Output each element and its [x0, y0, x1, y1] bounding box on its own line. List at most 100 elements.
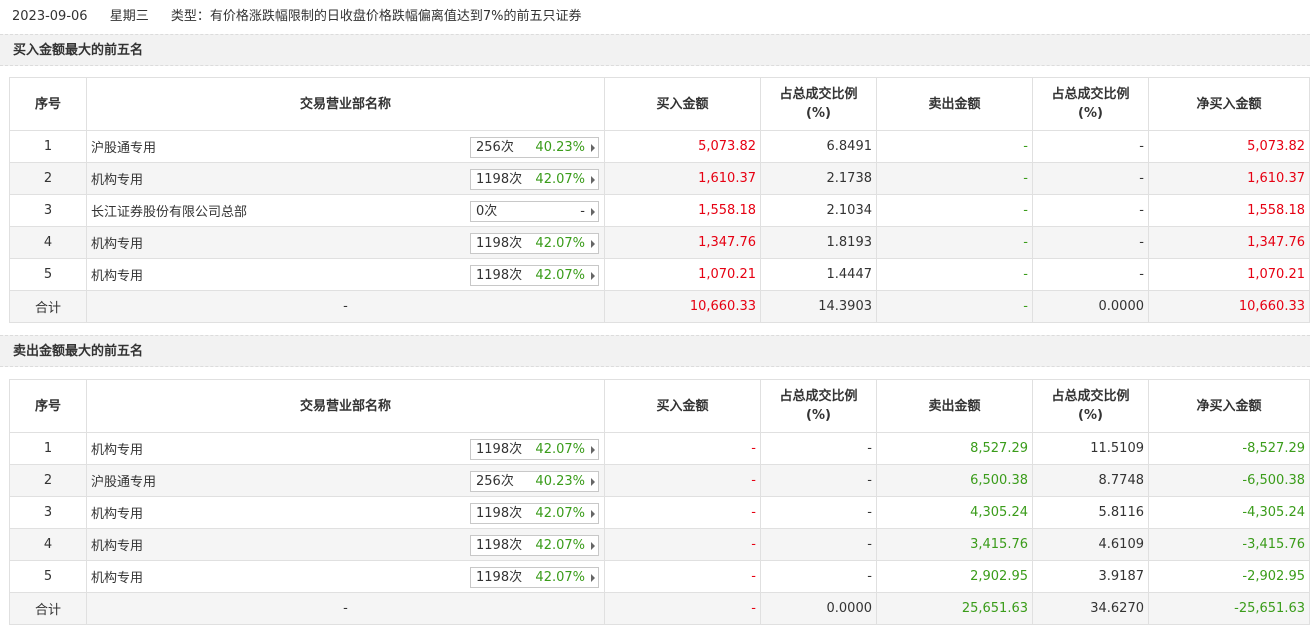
appearance-count: 1198次: [476, 570, 523, 585]
row-seq: 5: [9, 560, 87, 593]
branch-stats-dropdown[interactable]: 1198次 42.07%: [470, 567, 599, 588]
sell-ratio: -: [1032, 130, 1149, 163]
table-row: 5 机构专用 1198次 42.07% - -2,902.95 3.9187 -2,902.9…: [9, 560, 1310, 593]
branch-cell: 机构专用 1198次 42.07%: [86, 226, 605, 259]
net-buy-amount: 1,558.18: [1148, 194, 1310, 227]
table-header-row: 序号 交易营业部名称 买入金额 占总成交比例 (%) 卖出金额 占总成交比例 (…: [9, 379, 1310, 433]
buy-amount: 1,558.18: [604, 194, 761, 227]
branch-name[interactable]: 机构专用: [91, 567, 143, 586]
col-sell-ratio: 占总成交比例 (%): [1032, 379, 1149, 433]
success-rate: 42.07%: [535, 538, 585, 553]
net-buy-amount: 5,073.82: [1148, 130, 1310, 163]
branch-name[interactable]: 沪股通专用: [91, 471, 156, 490]
table-row: 3 机构专用 1198次 42.07% - -4,305.24 5.8116 -4,305.2…: [9, 496, 1310, 529]
branch-name[interactable]: 机构专用: [91, 265, 143, 284]
total-label: 合计: [9, 290, 87, 323]
appearance-count: 1198次: [476, 442, 523, 457]
branch-name[interactable]: 沪股通专用: [91, 137, 156, 156]
success-rate: -: [580, 204, 585, 219]
col-branch: 交易营业部名称: [86, 379, 605, 433]
total-row: 合计 - -0.0000 25,651.63 34.6270 -25,651.63: [9, 592, 1310, 625]
net-buy-amount: -6,500.38: [1148, 464, 1310, 497]
branch-stats-dropdown[interactable]: 256次 40.23%: [470, 137, 599, 158]
net-buy-amount: -8,527.29: [1148, 432, 1310, 465]
buy-amount: -: [604, 464, 761, 497]
branch-cell: 机构专用 1198次 42.07%: [86, 258, 605, 291]
buy-ratio: -: [760, 496, 877, 529]
sell-amount: -: [876, 162, 1033, 195]
trade-weekday: 星期三: [109, 9, 149, 24]
appearance-count: 0次: [476, 204, 498, 219]
sell-amount: -: [876, 226, 1033, 259]
row-seq: 3: [9, 496, 87, 529]
net-buy-amount: -2,902.95: [1148, 560, 1310, 593]
buy-ratio: -: [760, 464, 877, 497]
branch-stats-dropdown[interactable]: 1198次 42.07%: [470, 233, 599, 254]
branch-stats-dropdown[interactable]: 1198次 42.07%: [470, 503, 599, 524]
appearance-count: 256次: [476, 474, 514, 489]
table-row: 1 沪股通专用 256次 40.23% 5,073.82 6.8491- -5,073.82: [9, 130, 1310, 163]
net-buy-amount: -4,305.24: [1148, 496, 1310, 529]
header-bar: 2023-09-06 星期三 类型：有价格涨跌幅限制的日收盘价格跌幅偏离值达到7…: [0, 0, 1310, 34]
branch-name[interactable]: 机构专用: [91, 169, 143, 188]
list-type: 类型：有价格涨跌幅限制的日收盘价格跌幅偏离值达到7%的前五只证券: [170, 9, 582, 24]
sell-ratio: 8.7748: [1032, 464, 1149, 497]
branch-stats-dropdown[interactable]: 256次 40.23%: [470, 471, 599, 492]
table-row: 2 机构专用 1198次 42.07% 1,610.37 2.1738- -1,610.37: [9, 162, 1310, 195]
branch-name[interactable]: 机构专用: [91, 503, 143, 522]
branch-cell: 机构专用 1198次 42.07%: [86, 496, 605, 529]
total-sell-ratio: 34.6270: [1032, 592, 1149, 625]
branch-name[interactable]: 机构专用: [91, 535, 143, 554]
branch-stats-dropdown[interactable]: 1198次 42.07%: [470, 169, 599, 190]
row-seq: 5: [9, 258, 87, 291]
success-rate: 42.07%: [535, 570, 585, 585]
row-seq: 1: [9, 432, 87, 465]
table-row: 1 机构专用 1198次 42.07% - -8,527.29 11.5109 -8,527.…: [9, 432, 1310, 465]
success-rate: 42.07%: [535, 442, 585, 457]
total-buy-ratio: 0.0000: [760, 592, 877, 625]
row-seq: 4: [9, 528, 87, 561]
branch-name[interactable]: 长江证券股份有限公司总部: [91, 201, 247, 220]
success-rate: 42.07%: [535, 268, 585, 283]
branch-stats-dropdown[interactable]: 1198次 42.07%: [470, 439, 599, 460]
sell-ratio: -: [1032, 258, 1149, 291]
branch-name[interactable]: 机构专用: [91, 439, 143, 458]
branch-stats-dropdown[interactable]: 0次 -: [470, 201, 599, 222]
col-buy-amount: 买入金额: [604, 379, 761, 433]
sell-ratio: -: [1032, 194, 1149, 227]
caret-right-icon: [591, 240, 595, 248]
col-buy-ratio: 占总成交比例 (%): [760, 379, 877, 433]
total-sell-ratio: 0.0000: [1032, 290, 1149, 323]
sell-amount: -: [876, 258, 1033, 291]
buy-ratio: 1.4447: [760, 258, 877, 291]
sell-ratio: 11.5109: [1032, 432, 1149, 465]
table-row: 4 机构专用 1198次 42.07% 1,347.76 1.8193- -1,347.76: [9, 226, 1310, 259]
branch-name[interactable]: 机构专用: [91, 233, 143, 252]
sell-section-title: 卖出金额最大的前五名: [0, 335, 1310, 367]
branch-cell: 沪股通专用 256次 40.23%: [86, 464, 605, 497]
sell-ratio: -: [1032, 226, 1149, 259]
net-buy-amount: 1,347.76: [1148, 226, 1310, 259]
appearance-count: 1198次: [476, 236, 523, 251]
caret-right-icon: [591, 510, 595, 518]
total-net-buy: 10,660.33: [1148, 290, 1310, 323]
success-rate: 42.07%: [535, 236, 585, 251]
buy-amount: 1,610.37: [604, 162, 761, 195]
branch-stats-dropdown[interactable]: 1198次 42.07%: [470, 265, 599, 286]
col-buy-amount: 买入金额: [604, 77, 761, 131]
appearance-count: 1198次: [476, 506, 523, 521]
col-sell-amount: 卖出金额: [876, 379, 1033, 433]
col-seq: 序号: [9, 77, 87, 131]
total-buy-amount: -: [604, 592, 761, 625]
branch-cell: 机构专用 1198次 42.07%: [86, 560, 605, 593]
total-branch: -: [86, 592, 605, 625]
sell-amount: -: [876, 194, 1033, 227]
col-sell-amount: 卖出金额: [876, 77, 1033, 131]
row-seq: 4: [9, 226, 87, 259]
success-rate: 40.23%: [535, 474, 585, 489]
buy-ratio: -: [760, 560, 877, 593]
buy-ratio: 1.8193: [760, 226, 877, 259]
branch-stats-dropdown[interactable]: 1198次 42.07%: [470, 535, 599, 556]
buy-amount: 1,347.76: [604, 226, 761, 259]
appearance-count: 1198次: [476, 268, 523, 283]
